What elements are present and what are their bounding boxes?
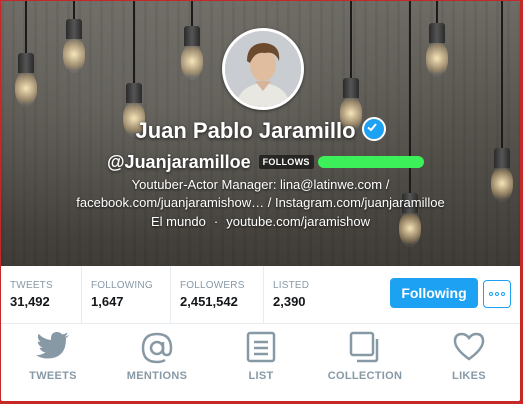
more-dot-icon bbox=[495, 292, 499, 296]
bio-line: facebook.com/juanjaramishow… / Instagram… bbox=[76, 195, 445, 210]
nav-label: COLLECTION bbox=[327, 370, 403, 382]
lamp-shade bbox=[18, 53, 34, 73]
stat-value: 1,647 bbox=[91, 294, 124, 309]
profile-name-row: Juan Pablo Jaramillo bbox=[1, 117, 520, 144]
profile-name[interactable]: Juan Pablo Jaramillo bbox=[135, 118, 355, 143]
at-sign-icon bbox=[141, 332, 173, 364]
list-icon bbox=[246, 331, 276, 363]
avatar-portrait bbox=[225, 31, 301, 107]
redaction-mark bbox=[317, 156, 424, 168]
stat-value: 31,492 bbox=[10, 294, 50, 309]
more-dot-icon bbox=[501, 292, 505, 296]
stat-label: LISTED bbox=[273, 280, 310, 291]
lamp-shade bbox=[184, 26, 200, 46]
lamp-shade bbox=[66, 19, 82, 39]
profile-nav: TWEETS MENTIONS LIST COLLECTION LIKES bbox=[1, 324, 520, 401]
bio-line: Youtuber-Actor Manager: lina@latinwe.com… bbox=[131, 177, 390, 192]
nav-label: MENTIONS bbox=[126, 370, 188, 382]
lamp-wire bbox=[73, 1, 75, 21]
avatar[interactable] bbox=[222, 28, 304, 110]
lamp-wire bbox=[25, 1, 27, 56]
collection-icon bbox=[349, 331, 379, 363]
lamp-wire bbox=[350, 1, 352, 81]
meta-separator: · bbox=[213, 214, 219, 229]
lamp-shade bbox=[343, 78, 359, 98]
lamp-shade bbox=[494, 148, 510, 168]
stat-label: TWEETS bbox=[10, 280, 53, 291]
header-banner: Juan Pablo Jaramillo @Juanjaramilloe FOL… bbox=[1, 1, 520, 266]
more-dot-icon bbox=[489, 292, 493, 296]
light-bulb bbox=[181, 46, 203, 80]
light-bulb bbox=[426, 43, 448, 77]
profile-meta: El mundo · youtube.com/jaramishow bbox=[1, 214, 520, 229]
stat-tweets[interactable]: TWEETS 31,492 bbox=[1, 266, 79, 323]
profile-handle[interactable]: @Juanjaramilloe bbox=[107, 152, 251, 173]
lamp-wire bbox=[191, 1, 193, 29]
handle-row: @Juanjaramilloe FOLLOWS bbox=[107, 151, 424, 173]
stat-label: FOLLOWERS bbox=[180, 280, 245, 291]
stat-listed[interactable]: LISTED 2,390 bbox=[263, 266, 342, 323]
stat-value: 2,451,542 bbox=[180, 294, 238, 309]
stat-followers[interactable]: FOLLOWERS 2,451,542 bbox=[170, 266, 269, 323]
nav-likes[interactable]: LIKES bbox=[417, 324, 520, 401]
nav-collection[interactable]: COLLECTION bbox=[313, 324, 417, 401]
nav-tweets[interactable]: TWEETS bbox=[1, 324, 105, 401]
location-text: El mundo bbox=[150, 214, 206, 229]
follows-you-badge: FOLLOWS bbox=[258, 155, 314, 169]
stat-following[interactable]: FOLLOWING 1,647 bbox=[81, 266, 170, 323]
heart-icon bbox=[453, 332, 485, 361]
profile-bio: Youtuber-Actor Manager: lina@latinwe.com… bbox=[1, 176, 520, 212]
more-options-button[interactable] bbox=[483, 280, 511, 308]
verified-badge-icon bbox=[361, 117, 386, 142]
stat-value: 2,390 bbox=[273, 294, 306, 309]
lamp-shade bbox=[429, 23, 445, 43]
website-link[interactable]: youtube.com/jaramishow bbox=[226, 214, 370, 229]
lamp-shade bbox=[126, 83, 142, 103]
light-bulb bbox=[15, 73, 37, 107]
stat-label: FOLLOWING bbox=[91, 280, 153, 291]
bird-icon bbox=[36, 332, 69, 359]
profile-card: Juan Pablo Jaramillo @Juanjaramilloe FOL… bbox=[1, 1, 520, 401]
nav-mentions[interactable]: MENTIONS bbox=[105, 324, 209, 401]
nav-label: LIST bbox=[248, 370, 274, 382]
nav-list[interactable]: LIST bbox=[209, 324, 313, 401]
nav-label: LIKES bbox=[452, 370, 486, 382]
light-bulb bbox=[63, 39, 85, 73]
lamp-wire bbox=[133, 1, 135, 86]
nav-label: TWEETS bbox=[29, 370, 77, 382]
following-button[interactable]: Following bbox=[390, 278, 478, 308]
